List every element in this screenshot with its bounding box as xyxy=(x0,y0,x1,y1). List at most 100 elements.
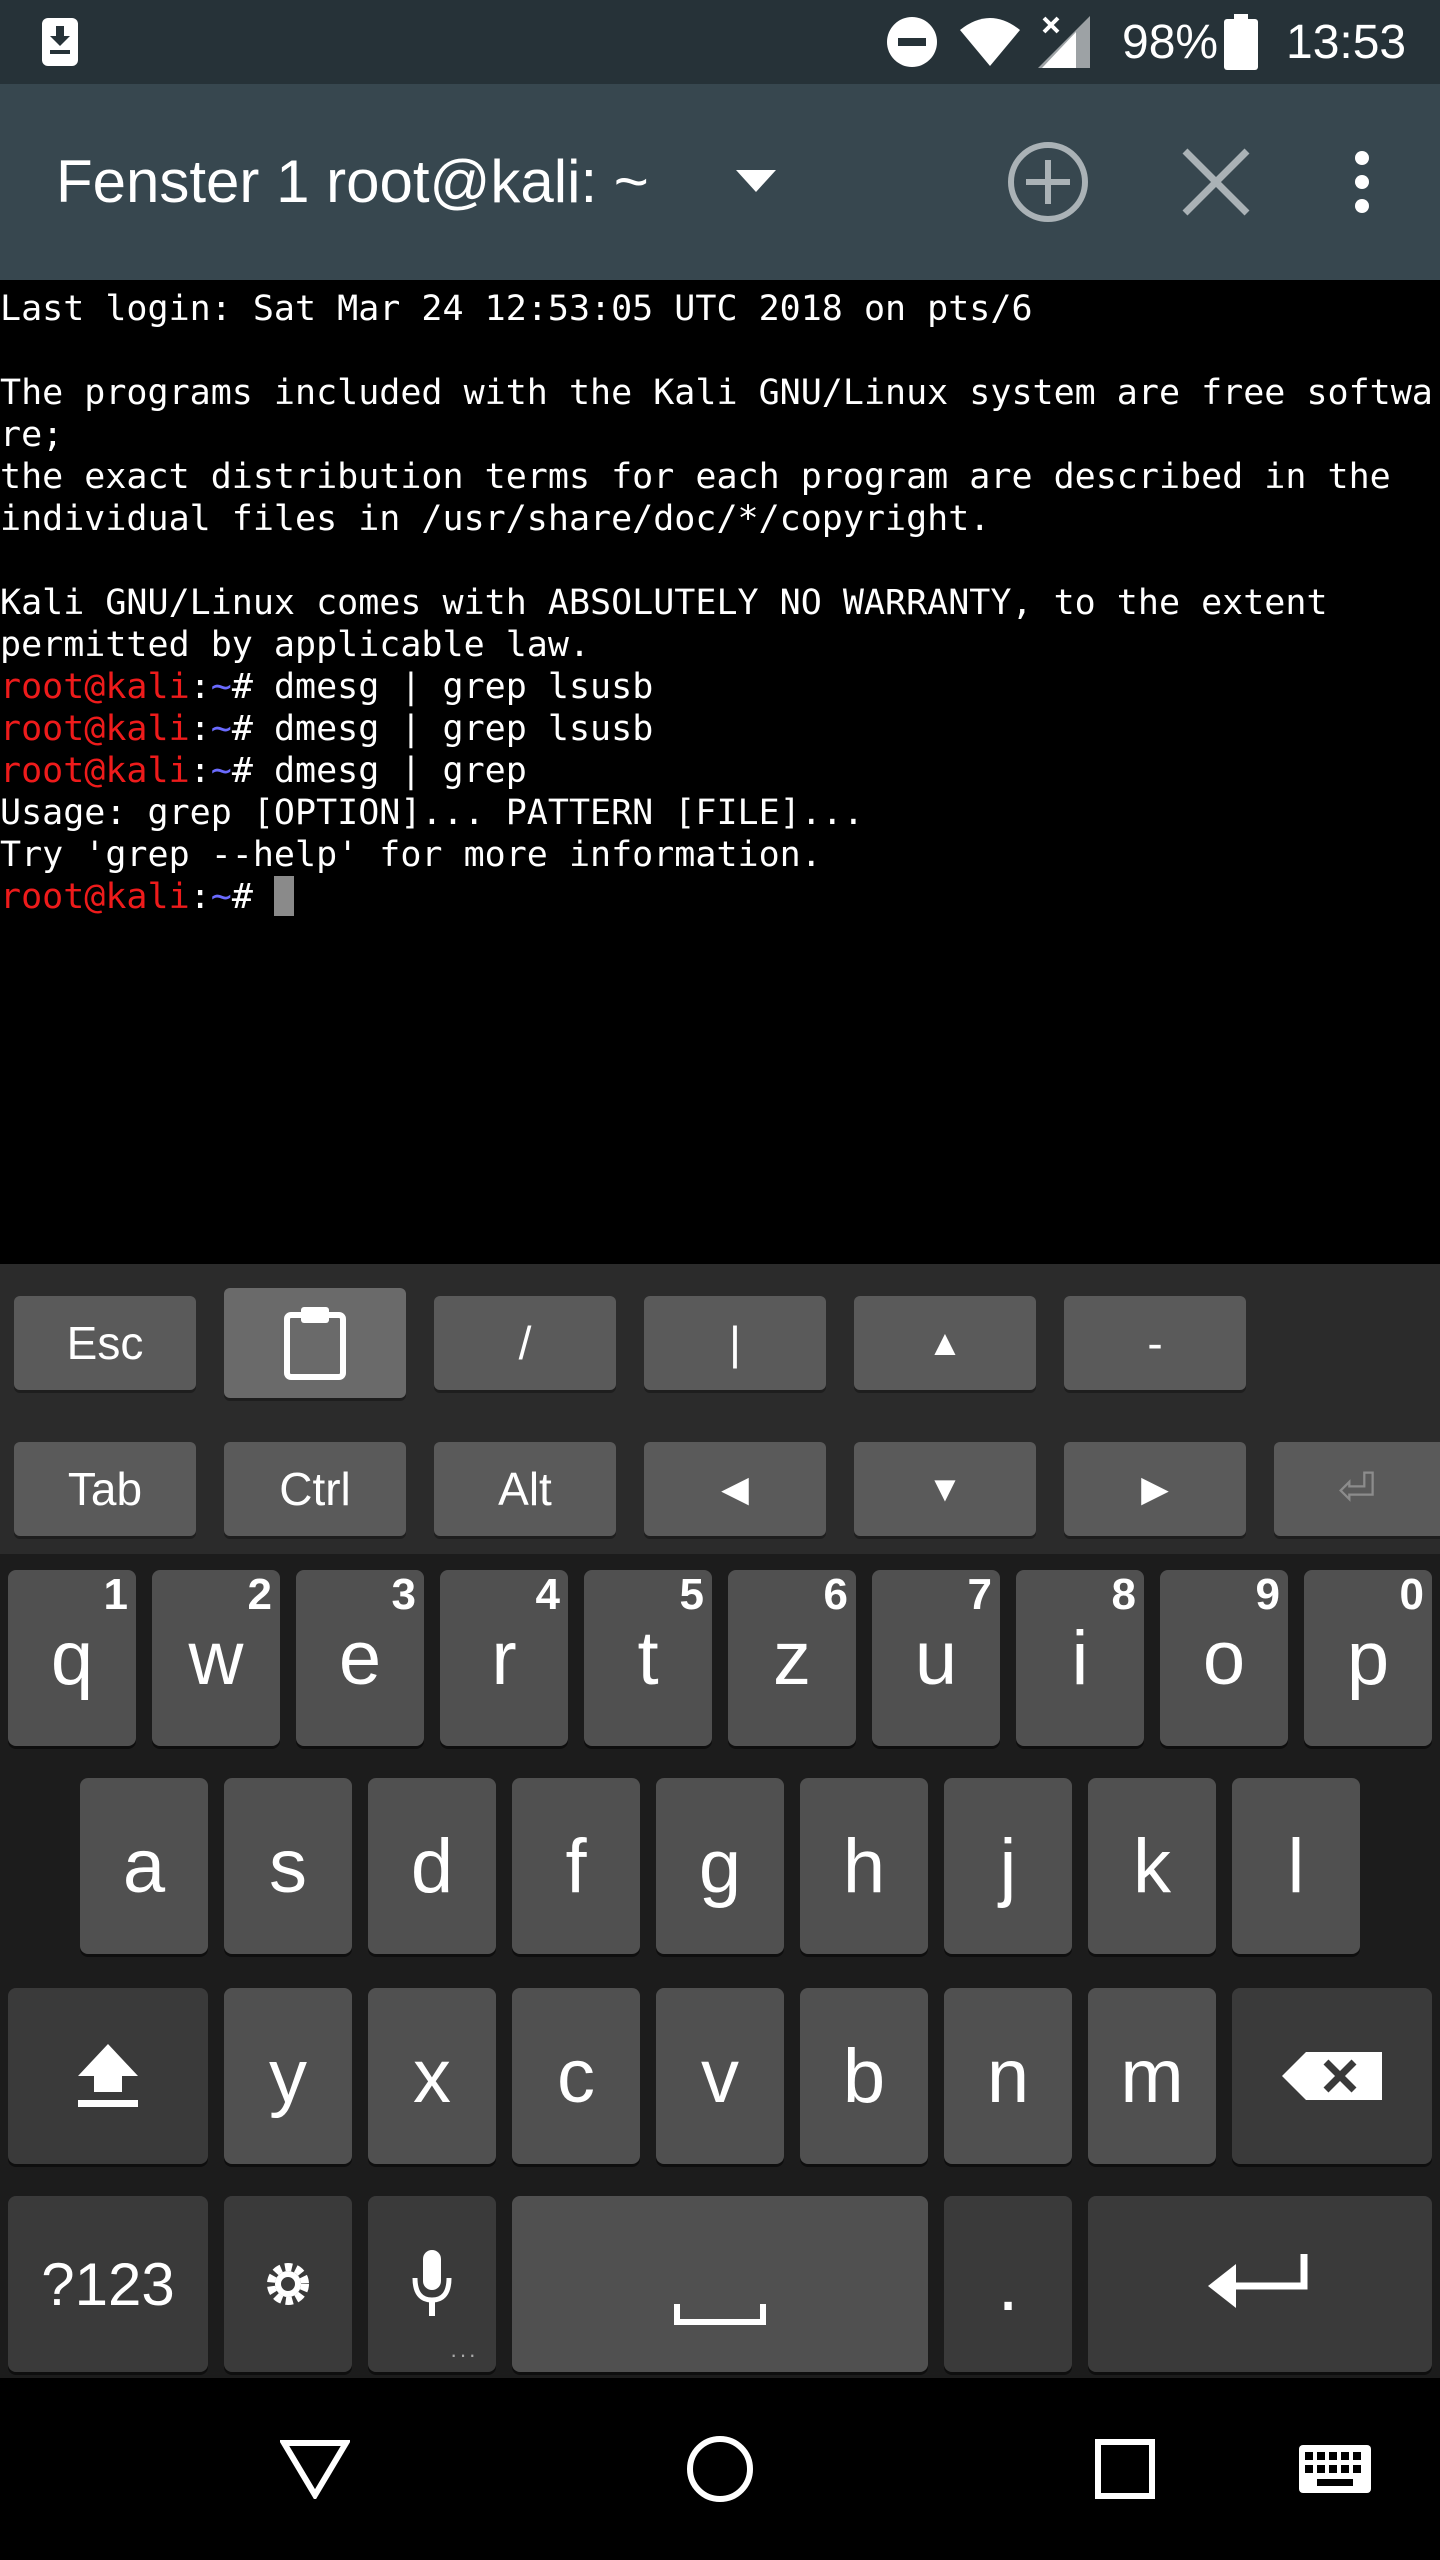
app-toolbar: Fenster 1 root@kali: ~ xyxy=(0,84,1440,280)
keyboard-icon[interactable] xyxy=(1290,2378,1380,2560)
terminal-line: the exact distribution terms for each pr… xyxy=(0,457,1391,497)
add-circle-icon[interactable] xyxy=(1000,84,1096,280)
key-f[interactable]: f xyxy=(512,1778,640,1954)
key-r[interactable]: 4r xyxy=(440,1570,568,1746)
key-hint: 8 xyxy=(1111,1570,1136,1619)
spacebar[interactable] xyxy=(512,2196,928,2372)
esc-key[interactable]: Esc xyxy=(14,1296,196,1390)
key-c[interactable]: c xyxy=(512,1988,640,2164)
recents-square-icon[interactable] xyxy=(1070,2378,1180,2560)
voice-input-key[interactable]: ··· xyxy=(368,2196,496,2372)
more-dots-icon: ··· xyxy=(450,2342,478,2367)
enter-icon xyxy=(1208,2254,1308,2308)
chevron-down-icon[interactable] xyxy=(724,84,788,280)
home-circle-icon[interactable] xyxy=(660,2378,780,2560)
ctrl-key[interactable]: Ctrl xyxy=(224,1442,406,1536)
prompt-line: root@kali:~# dmesg | grep lsusb xyxy=(0,708,653,750)
key-w[interactable]: 2w xyxy=(152,1570,280,1746)
backspace-key[interactable] xyxy=(1232,1988,1432,2164)
key-a[interactable]: a xyxy=(80,1778,208,1954)
window-title[interactable]: Fenster 1 root@kali: ~ xyxy=(56,84,649,280)
key-hint: 3 xyxy=(391,1570,416,1619)
key-o[interactable]: 9o xyxy=(1160,1570,1288,1746)
prompt-path: ~ xyxy=(210,877,232,917)
dash-key[interactable]: - xyxy=(1064,1296,1246,1390)
alt-key[interactable]: Alt xyxy=(434,1442,616,1536)
key-z[interactable]: 6z xyxy=(728,1570,856,1746)
key-j[interactable]: j xyxy=(944,1778,1072,1954)
terminal-output[interactable]: Last login: Sat Mar 24 12:53:05 UTC 2018… xyxy=(0,280,1440,1264)
prompt-sep: : xyxy=(189,709,211,749)
key-h[interactable]: h xyxy=(800,1778,928,1954)
tab-key[interactable]: Tab xyxy=(14,1442,196,1536)
symbols-key[interactable]: ?123 xyxy=(8,2196,208,2372)
slash-key[interactable]: / xyxy=(434,1296,616,1390)
key-y[interactable]: y xyxy=(224,1988,352,2164)
key-k[interactable]: k xyxy=(1088,1778,1216,1954)
prompt-user: root@kali xyxy=(0,667,190,707)
key-hint: 1 xyxy=(103,1570,128,1619)
back-triangle-icon[interactable] xyxy=(260,2378,370,2560)
enter-key[interactable]: ⏎ xyxy=(1274,1442,1440,1536)
key-l[interactable]: l xyxy=(1232,1778,1360,1954)
key-t[interactable]: 5t xyxy=(584,1570,712,1746)
key-v[interactable]: v xyxy=(656,1988,784,2164)
do-not-disturb-icon xyxy=(886,0,940,84)
clipboard-icon[interactable] xyxy=(224,1288,406,1398)
shift-icon xyxy=(78,2044,138,2107)
key-u[interactable]: 7u xyxy=(872,1570,1000,1746)
key-p[interactable]: 0p xyxy=(1304,1570,1432,1746)
key-hint: 0 xyxy=(1399,1570,1424,1619)
terminal-line: The programs included with the Kali GNU/… xyxy=(0,373,1433,413)
command-text: dmesg | grep xyxy=(273,751,527,791)
period-key[interactable]: . xyxy=(944,2196,1072,2372)
key-i[interactable]: 8i xyxy=(1016,1570,1144,1746)
key-e[interactable]: 3e xyxy=(296,1570,424,1746)
signal-icon xyxy=(1036,0,1096,84)
enter-key[interactable] xyxy=(1088,2196,1432,2372)
arrow-left-key[interactable]: ◀ xyxy=(644,1442,826,1536)
key-q[interactable]: 1q xyxy=(8,1570,136,1746)
gear-icon xyxy=(267,2263,309,2305)
key-hint: 6 xyxy=(823,1570,848,1619)
terminal-line: Last login: Sat Mar 24 12:53:05 UTC 2018… xyxy=(0,289,1033,329)
key-m[interactable]: m xyxy=(1088,1988,1216,2164)
key-label: u xyxy=(914,1615,958,1701)
key-hint: 5 xyxy=(679,1570,704,1619)
close-icon[interactable] xyxy=(1166,84,1266,280)
prompt-path: ~ xyxy=(210,709,232,749)
key-label: z xyxy=(773,1615,811,1701)
arrow-up-key[interactable]: ▲ xyxy=(854,1296,1036,1390)
command-text: dmesg | grep lsusb xyxy=(273,667,654,707)
key-x[interactable]: x xyxy=(368,1988,496,2164)
settings-key[interactable] xyxy=(224,2196,352,2372)
prompt-user: root@kali xyxy=(0,751,190,791)
shift-key[interactable] xyxy=(8,1988,208,2164)
key-label: o xyxy=(1202,1615,1246,1701)
key-b[interactable]: b xyxy=(800,1988,928,2164)
prompt-symbol: # xyxy=(231,751,274,791)
key-d[interactable]: d xyxy=(368,1778,496,1954)
arrow-down-key[interactable]: ▼ xyxy=(854,1442,1036,1536)
prompt-symbol: # xyxy=(231,709,274,749)
key-label: q xyxy=(50,1615,94,1701)
space-icon xyxy=(674,2304,766,2325)
prompt-sep: : xyxy=(189,751,211,791)
battery-percent: 98% xyxy=(1122,15,1219,69)
prompt-symbol: # xyxy=(231,667,274,707)
terminal-line: permitted by applicable law. xyxy=(0,625,591,665)
arrow-right-key[interactable]: ▶ xyxy=(1064,1442,1246,1536)
more-vert-icon[interactable] xyxy=(1330,84,1394,280)
command-text: dmesg | grep lsusb xyxy=(273,709,654,749)
pipe-key[interactable]: | xyxy=(644,1296,826,1390)
key-g[interactable]: g xyxy=(656,1778,784,1954)
clock: 13:53 xyxy=(1286,15,1407,69)
backspace-icon xyxy=(1282,2052,1382,2100)
key-label: r xyxy=(491,1615,517,1701)
terminal-line: Try 'grep --help' for more information. xyxy=(0,835,822,875)
key-s[interactable]: s xyxy=(224,1778,352,1954)
microphone-icon xyxy=(412,2250,452,2316)
key-n[interactable]: n xyxy=(944,1988,1072,2164)
terminal-line: Usage: grep [OPTION]... PATTERN [FILE]..… xyxy=(0,793,864,833)
soft-keyboard: 1q 2w 3e 4r 5t 6z 7u 8i 9o 0p a s d f g … xyxy=(0,1554,1440,2378)
